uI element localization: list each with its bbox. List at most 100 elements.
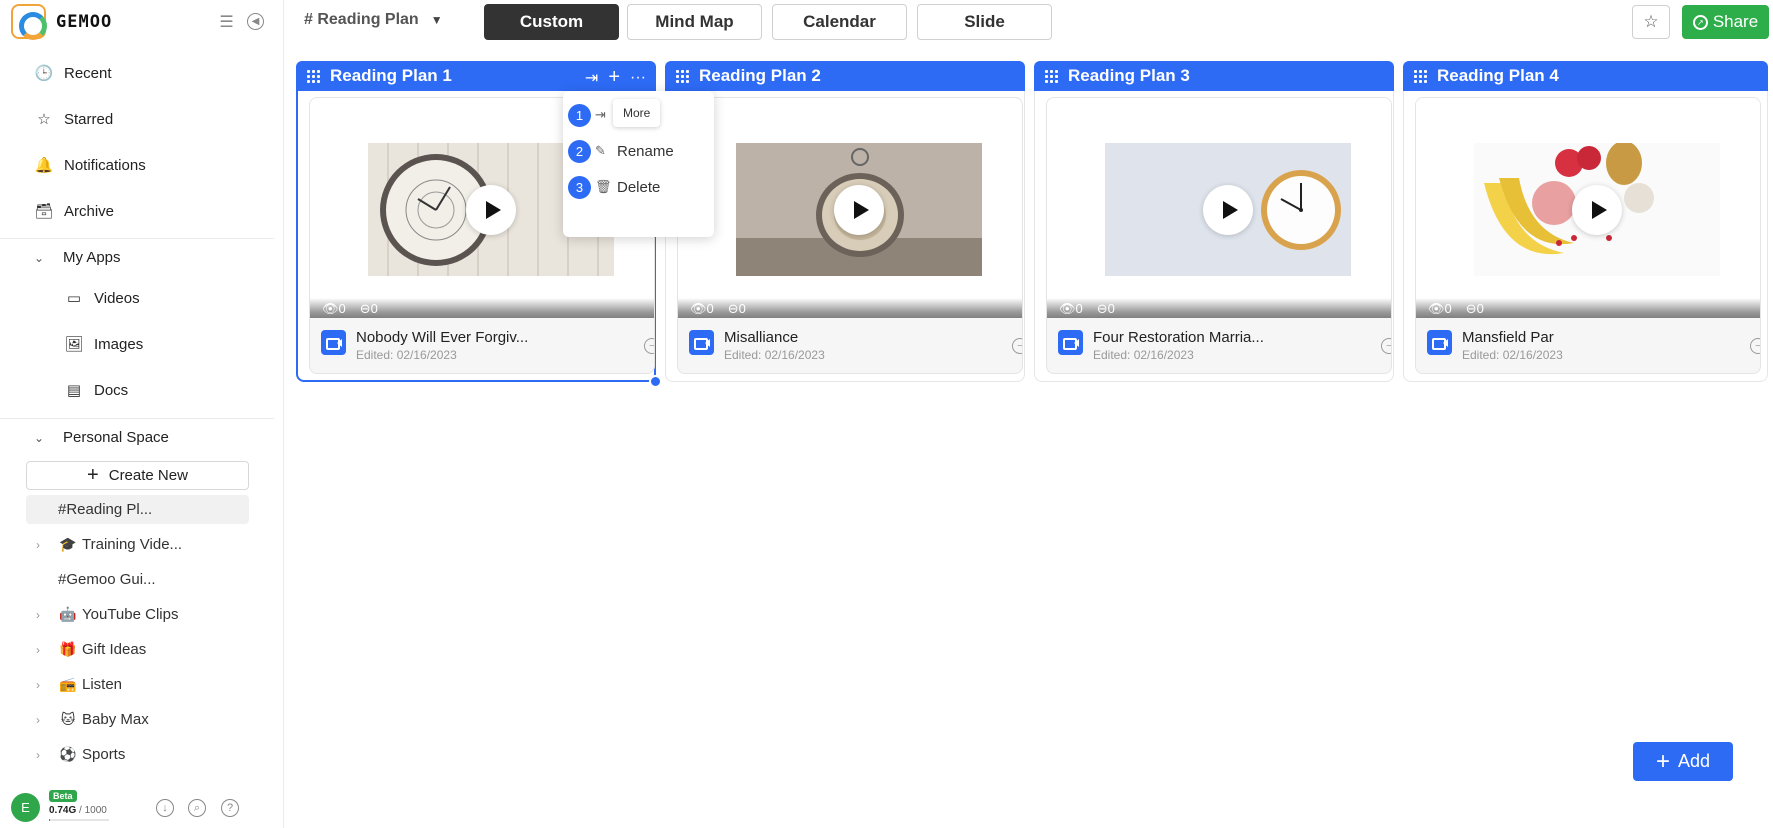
board-column[interactable]: Reading Plan 3 👁0 ⊖0 Four Restoration Marri… <box>1034 61 1394 382</box>
comments-count: ⊖0 <box>728 301 746 317</box>
share-icon: ↗ <box>1692 14 1708 30</box>
create-new-button[interactable]: + Create New <box>26 461 249 490</box>
card-more-icon[interactable]: − <box>1012 338 1022 354</box>
nav-archive[interactable]: 🗃 Archive <box>34 200 114 222</box>
chevron-right-icon[interactable]: › <box>36 538 52 552</box>
card-more-icon[interactable]: − <box>1381 338 1391 354</box>
tree-item[interactable]: › ⚽ Sports <box>26 740 249 769</box>
view-tab-mind-map[interactable]: Mind Map <box>627 4 762 40</box>
resize-handle[interactable] <box>649 375 662 388</box>
download-icon[interactable]: ↓ <box>156 799 174 817</box>
avatar[interactable]: E <box>11 793 40 822</box>
page-emoji-icon: 🤖 <box>59 606 77 622</box>
more-icon[interactable]: ··· <box>630 69 646 87</box>
app-videos[interactable]: ▭ Videos <box>64 289 140 308</box>
tree-item[interactable]: › 🐱 Baby Max <box>26 705 249 734</box>
share-label: Share <box>1712 12 1759 31</box>
archive-icon: 🗃 <box>34 203 54 220</box>
comments-value: 0 <box>1107 301 1115 316</box>
menu-item-delete-label: Delete <box>617 178 661 196</box>
comment-icon: ⊖ <box>727 301 739 316</box>
chevron-right-icon[interactable]: › <box>36 713 52 727</box>
doc-title-dropdown[interactable]: # Reading Plan ▼ <box>304 11 443 29</box>
collapse-sidebar-icon[interactable]: ◀ <box>247 13 264 30</box>
drag-handle-icon[interactable] <box>307 69 320 83</box>
help-icon[interactable]: ? <box>221 799 239 817</box>
divider <box>0 238 274 239</box>
tree-item[interactable]: › 📻 Listen <box>26 670 249 699</box>
plus-icon[interactable]: + <box>608 66 620 89</box>
search-icon[interactable]: ⌕ <box>188 799 206 817</box>
views-count: 👁0 <box>690 301 714 317</box>
view-tab-slide[interactable]: Slide <box>917 4 1052 40</box>
play-icon[interactable] <box>834 184 884 235</box>
chevron-right-icon[interactable]: › <box>36 748 52 762</box>
column-title: Reading Plan 4 <box>1437 66 1559 85</box>
chevron-right-icon[interactable]: › <box>36 643 52 657</box>
add-button[interactable]: + Add <box>1633 742 1733 781</box>
page-emoji-icon: 🎁 <box>59 641 77 657</box>
nav-notifications[interactable]: 🔔 Notifications <box>34 154 146 176</box>
chevron-down-icon: ⌄ <box>34 430 45 445</box>
move-icon[interactable]: ⇥ <box>585 68 598 88</box>
play-icon[interactable] <box>466 184 516 235</box>
menu-icon[interactable]: ☰ <box>218 13 235 31</box>
view-tab-calendar[interactable]: Calendar <box>772 4 907 40</box>
card-title: Four Restoration Marria... <box>1093 329 1264 346</box>
column-title: Reading Plan 1 <box>330 66 452 85</box>
tree-item[interactable]: › 🎓 Training Vide... <box>26 530 249 559</box>
tree-item[interactable]: #Gemoo Gui... <box>26 565 249 594</box>
tree-item-label: #Reading Pl... <box>58 501 153 518</box>
column-header[interactable]: Reading Plan 3 <box>1034 61 1394 91</box>
tree-item[interactable]: #Reading Pl... <box>26 495 249 524</box>
comment-icon: ⊖ <box>1465 301 1477 316</box>
play-icon[interactable] <box>1572 184 1622 235</box>
image-icon: 🖼 <box>64 336 84 353</box>
menu-item-delete[interactable]: 3 🗑 Delete <box>563 173 714 201</box>
column-body: 👁0 ⊖0 Four Restoration Marria... Edited: 02… <box>1034 91 1394 382</box>
view-tab-custom[interactable]: Custom <box>484 4 619 40</box>
brand[interactable]: GEMOO <box>11 4 112 40</box>
nav-starred[interactable]: ☆ Starred <box>34 108 113 130</box>
clock-icon: 🕒 <box>34 65 54 82</box>
app-images[interactable]: 🖼 Images <box>64 335 143 354</box>
menu-item-rename[interactable]: 2 ✎ Rename <box>563 137 714 165</box>
drag-handle-icon[interactable] <box>676 69 689 83</box>
video-thumbnail <box>736 143 982 276</box>
tree-item-label: Listen <box>82 676 123 693</box>
section-my-apps[interactable]: ⌄ My Apps <box>34 249 121 266</box>
column-header[interactable]: Reading Plan 4 <box>1403 61 1768 91</box>
column-body: 👁0 ⊖0 Mansfield Par Edited: 02/16/2023− <box>1403 91 1768 382</box>
tree-item-label: Training Vide... <box>82 536 183 553</box>
chevron-right-icon[interactable]: › <box>36 678 52 692</box>
card-more-icon[interactable]: − <box>644 338 654 354</box>
share-button[interactable]: ↗ Share <box>1682 5 1769 39</box>
storage-usage-bar <box>49 819 109 821</box>
comment-icon: ⊖ <box>359 301 371 316</box>
drag-handle-icon[interactable] <box>1414 69 1427 83</box>
tree-item[interactable]: › 🤖 YouTube Clips <box>26 600 249 629</box>
sidebar-controls: ☰ ◀ <box>218 13 264 31</box>
tree-item[interactable]: › 🎁 Gift Ideas <box>26 635 249 664</box>
step-badge: 3 <box>568 175 591 199</box>
column-body: 👁0 ⊖0 Misalliance Edited: 02/16/2023− <box>665 91 1025 382</box>
chevron-right-icon[interactable]: › <box>36 608 52 622</box>
video-card[interactable]: 👁0 ⊖0 Mansfield Par Edited: 02/16/2023− <box>1415 97 1761 374</box>
video-type-icon <box>1058 330 1083 355</box>
video-icon: ▭ <box>66 290 82 307</box>
column-header[interactable]: Reading Plan 2 <box>665 61 1025 91</box>
video-card[interactable]: 👁0 ⊖0 Four Restoration Marria... Edited: 02… <box>1046 97 1392 374</box>
card-more-icon[interactable]: − <box>1750 338 1760 354</box>
tree-item-label: Sports <box>82 746 126 763</box>
drag-handle-icon[interactable] <box>1045 69 1058 83</box>
nav-recent[interactable]: 🕒 Recent <box>34 62 112 84</box>
board-column[interactable]: Reading Plan 4 👁0 ⊖0 Mansfield Par Edited: 0… <box>1403 61 1768 382</box>
app-docs[interactable]: ▤ Docs <box>64 381 128 400</box>
column-header[interactable]: Reading Plan 1 ⇥ + ··· <box>296 61 656 91</box>
column-title: Reading Plan 2 <box>699 66 821 85</box>
video-card[interactable]: 👁0 ⊖0 Misalliance Edited: 02/16/2023− <box>677 97 1023 374</box>
star-button[interactable]: ☆ <box>1632 5 1670 39</box>
board-column[interactable]: Reading Plan 2 👁0 ⊖0 Misalliance Edited: 02/… <box>665 61 1025 382</box>
section-personal-space[interactable]: ⌄ Personal Space <box>34 429 169 446</box>
play-icon[interactable] <box>1203 184 1253 235</box>
